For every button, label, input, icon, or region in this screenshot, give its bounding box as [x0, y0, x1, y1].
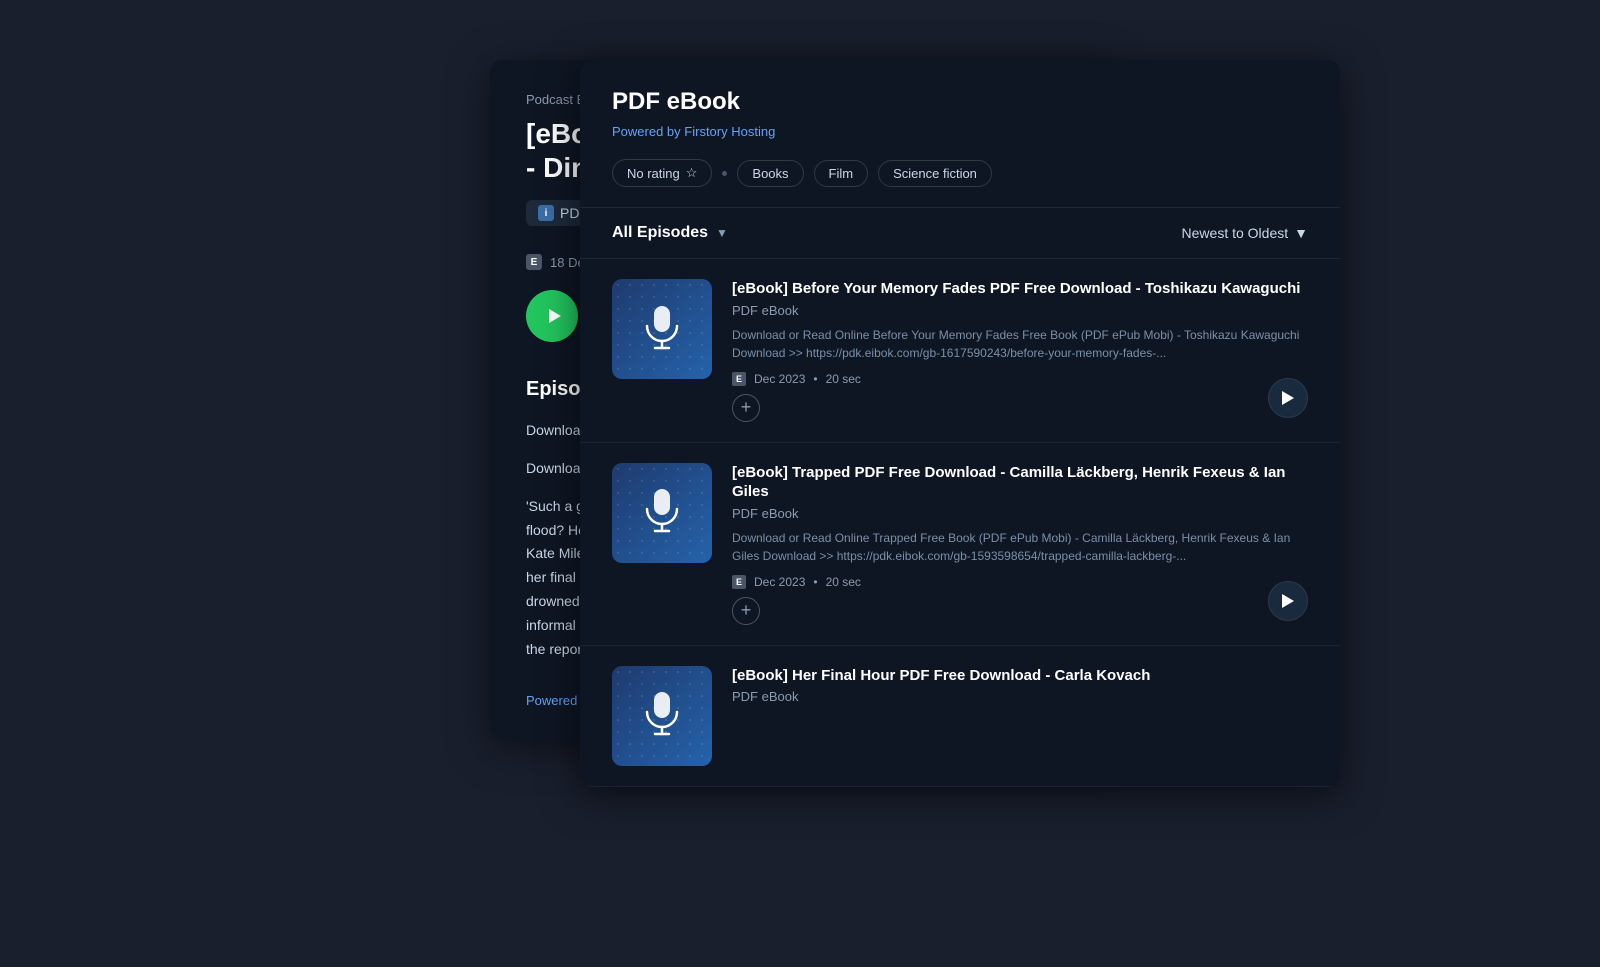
episode-duration: 20 sec: [826, 372, 861, 386]
all-episodes-chevron-icon: ▼: [716, 226, 728, 240]
table-row: [eBook] Her Final Hour PDF Free Download…: [580, 646, 1340, 787]
science-fiction-label: Science fiction: [893, 166, 977, 181]
tag-no-rating[interactable]: No rating ☆: [612, 159, 712, 187]
episode-thumbnail: [612, 463, 712, 563]
episodes-header: All Episodes ▼ Newest to Oldest ▼: [580, 208, 1340, 259]
star-icon: ☆: [686, 165, 698, 181]
no-rating-label: No rating: [627, 166, 680, 181]
tag-science-fiction[interactable]: Science fiction: [878, 160, 992, 187]
microphone-icon: [643, 304, 681, 355]
episode-info: [eBook] Trapped PDF Free Download - Cami…: [732, 463, 1308, 625]
meta-sep: •: [813, 372, 817, 386]
e-badge-small: E: [732, 372, 746, 386]
episode-add-button[interactable]: +: [732, 597, 760, 625]
microphone-icon: [643, 690, 681, 741]
episode-meta-row: E Dec 2023 • 20 sec: [732, 372, 1308, 386]
sort-button[interactable]: Newest to Oldest ▼: [1182, 225, 1308, 241]
right-panel-title: PDF eBook: [612, 88, 1308, 116]
episode-controls: +: [732, 597, 1308, 625]
tag-books[interactable]: Books: [737, 160, 803, 187]
books-label: Books: [752, 166, 788, 181]
episode-date: Dec 2023: [754, 575, 805, 589]
right-powered-by: Powered by Firstory Hosting: [612, 124, 1308, 139]
right-powered-brand[interactable]: Firstory Hosting: [684, 124, 775, 139]
tag-film[interactable]: Film: [814, 160, 869, 187]
film-label: Film: [829, 166, 854, 181]
table-row: [eBook] Trapped PDF Free Download - Cami…: [580, 443, 1340, 646]
episode-meta-row: E Dec 2023 • 20 sec: [732, 575, 1308, 589]
right-panel: PDF eBook Powered by Firstory Hosting No…: [580, 60, 1340, 787]
tag-separator-dot: [722, 171, 727, 176]
episode-add-button[interactable]: +: [732, 394, 760, 422]
all-episodes-button[interactable]: All Episodes ▼: [612, 224, 728, 242]
tag-icon: i: [538, 205, 554, 221]
episode-title: [eBook] Before Your Memory Fades PDF Fre…: [732, 279, 1308, 299]
e-badge-small: E: [732, 575, 746, 589]
episode-podcast: PDF eBook: [732, 689, 1308, 704]
all-episodes-label: All Episodes: [612, 224, 708, 242]
episode-title: [eBook] Trapped PDF Free Download - Cami…: [732, 463, 1308, 502]
tags-row: No rating ☆ Books Film Science fiction: [612, 159, 1308, 187]
episode-thumbnail: [612, 279, 712, 379]
episode-thumbnail: [612, 666, 712, 766]
episode-list: [eBook] Before Your Memory Fades PDF Fre…: [580, 259, 1340, 787]
episode-info: [eBook] Before Your Memory Fades PDF Fre…: [732, 279, 1308, 422]
sort-label: Newest to Oldest: [1182, 225, 1289, 241]
table-row: [eBook] Before Your Memory Fades PDF Fre…: [580, 259, 1340, 443]
episode-controls: +: [732, 394, 1308, 422]
sort-chevron-icon: ▼: [1294, 225, 1308, 241]
play-button[interactable]: [526, 290, 578, 342]
e-badge: E: [526, 254, 542, 270]
right-header: PDF eBook Powered by Firstory Hosting No…: [580, 60, 1340, 208]
episode-duration: 20 sec: [826, 575, 861, 589]
episode-excerpt: Download or Read Online Trapped Free Boo…: [732, 529, 1308, 565]
episode-play-button[interactable]: [1268, 581, 1308, 621]
episode-excerpt: Download or Read Online Before Your Memo…: [732, 326, 1308, 362]
episode-podcast: PDF eBook: [732, 506, 1308, 521]
episode-play-button[interactable]: [1268, 378, 1308, 418]
episode-date: Dec 2023: [754, 372, 805, 386]
episode-title: [eBook] Her Final Hour PDF Free Download…: [732, 666, 1308, 686]
microphone-icon: [643, 487, 681, 538]
meta-sep: •: [813, 575, 817, 589]
episode-podcast: PDF eBook: [732, 303, 1308, 318]
episode-info: [eBook] Her Final Hour PDF Free Download…: [732, 666, 1308, 713]
